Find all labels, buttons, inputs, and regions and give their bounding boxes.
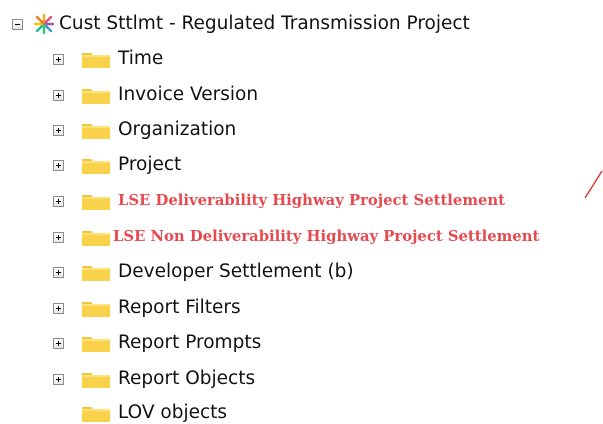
tree-item-label[interactable]: Report Objects <box>118 368 255 390</box>
folder-icon <box>82 88 110 104</box>
tree-item-label[interactable]: Report Filters <box>118 297 241 319</box>
expand-toggle-icon[interactable] <box>53 195 64 207</box>
tree-item-report-filters[interactable]: Report Filters <box>53 297 241 319</box>
tree-item-invoice-version[interactable]: Invoice Version <box>53 84 258 106</box>
collapse-toggle-icon[interactable] <box>12 18 23 30</box>
expand-toggle-icon[interactable] <box>53 337 64 349</box>
tree-item-report-objects[interactable]: Report Objects <box>53 368 255 390</box>
tree-item-developer-settlement[interactable]: Developer Settlement (b) <box>53 261 354 283</box>
tree-item-lse-deliverability[interactable]: LSE Deliverability Highway Project Settl… <box>53 190 505 212</box>
tree-root-label[interactable]: Cust Sttlmt - Regulated Transmission Pro… <box>59 13 470 35</box>
folder-icon <box>82 406 110 422</box>
folder-icon <box>82 372 110 388</box>
tree-item-label[interactable]: Organization <box>118 119 236 141</box>
tree-item-report-prompts[interactable]: Report Prompts <box>53 332 261 354</box>
folder-icon <box>82 336 110 352</box>
tree-item-label[interactable]: Report Prompts <box>118 332 261 354</box>
folder-icon <box>82 230 110 246</box>
tree-item-label[interactable]: Project <box>118 154 181 176</box>
expand-toggle-icon[interactable] <box>53 89 64 101</box>
expand-toggle-icon[interactable] <box>53 302 64 314</box>
folder-icon <box>82 265 110 281</box>
annotation-line <box>584 170 603 199</box>
expand-toggle-icon[interactable] <box>53 159 64 171</box>
tree-item-project[interactable]: Project <box>53 154 181 176</box>
tree-item-time[interactable]: Time <box>53 48 163 70</box>
tree-item-label[interactable]: Developer Settlement (b) <box>118 261 354 283</box>
tree-item-label[interactable]: LSE Non Deliverability Highway Project S… <box>113 226 539 248</box>
folder-icon <box>82 301 110 317</box>
tree-item-label[interactable]: LSE Deliverability Highway Project Settl… <box>118 190 505 212</box>
tree-root[interactable]: Cust Sttlmt - Regulated Transmission Pro… <box>12 13 470 35</box>
tree-item-organization[interactable]: Organization <box>53 119 236 141</box>
folder-icon <box>82 194 110 210</box>
tree-item-lov-objects[interactable]: LOV objects <box>81 402 227 424</box>
expand-toggle-icon[interactable] <box>53 266 64 278</box>
expand-toggle-icon[interactable] <box>53 231 64 243</box>
expand-toggle-icon[interactable] <box>53 124 64 136</box>
expand-toggle-icon[interactable] <box>53 53 64 65</box>
tree-item-label[interactable]: Time <box>118 48 163 70</box>
folder-icon <box>82 158 110 174</box>
tree-item-lse-non-deliverability[interactable]: LSE Non Deliverability Highway Project S… <box>53 226 539 248</box>
expand-toggle-icon[interactable] <box>53 373 64 385</box>
project-star-icon <box>33 13 55 35</box>
tree-item-label[interactable]: LOV objects <box>118 402 227 424</box>
tree-item-label[interactable]: Invoice Version <box>118 84 258 106</box>
folder-icon <box>82 52 110 68</box>
folder-icon <box>82 123 110 139</box>
